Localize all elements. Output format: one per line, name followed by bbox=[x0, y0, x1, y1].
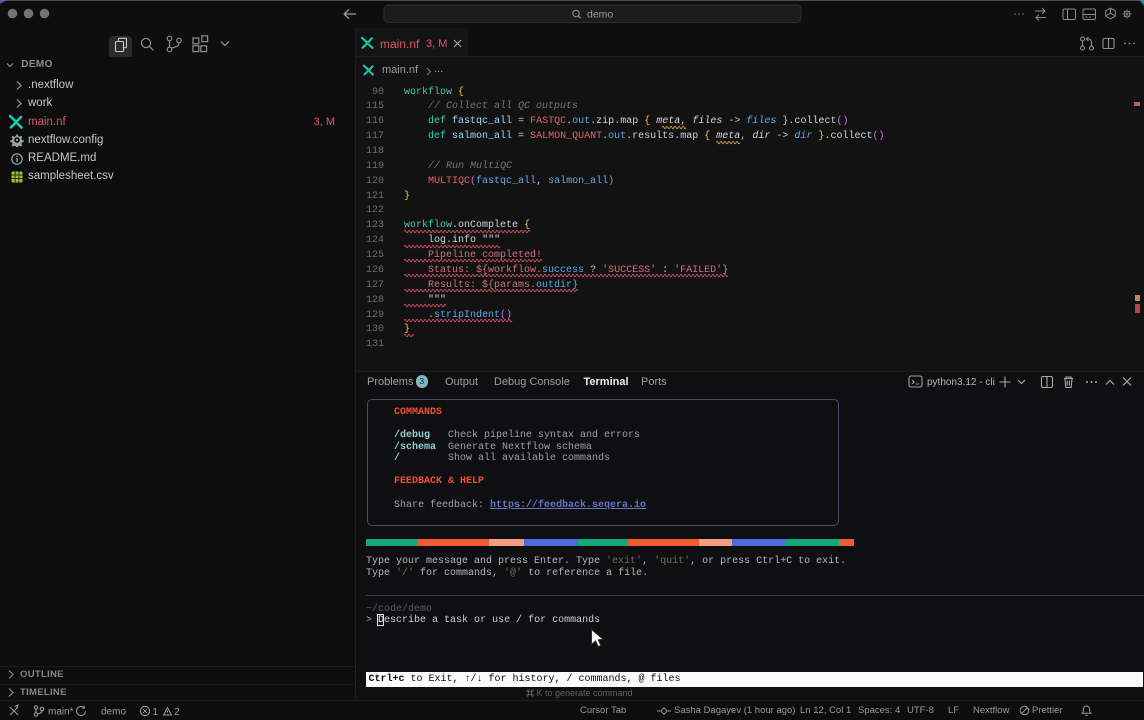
svg-text:main*: main* bbox=[48, 707, 74, 718]
svg-text:2: 2 bbox=[174, 707, 180, 718]
svg-text:demo: demo bbox=[101, 707, 126, 718]
svg-text:demo: demo bbox=[587, 9, 613, 21]
svg-text:1: 1 bbox=[153, 707, 159, 718]
